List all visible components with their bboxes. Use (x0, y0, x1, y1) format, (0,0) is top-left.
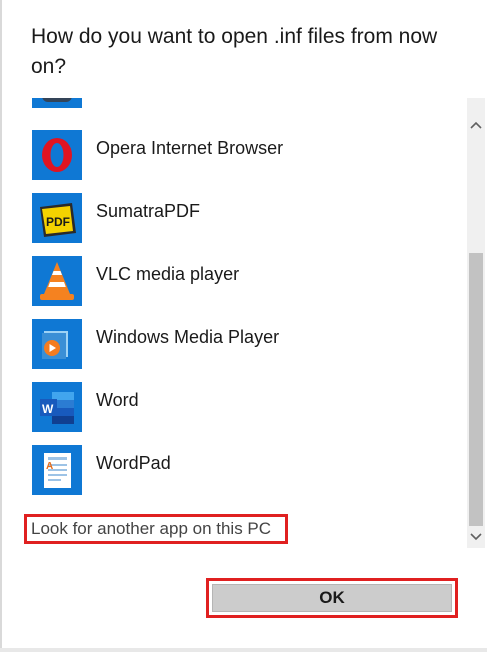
scroll-thumb[interactable] (469, 253, 483, 526)
word-icon: W (32, 382, 82, 432)
app-item-vlc[interactable]: VLC media player (0, 256, 465, 319)
windows-media-player-icon (32, 319, 82, 369)
sumatrapdf-icon: PDF (32, 193, 82, 243)
scroll-down-arrow-icon[interactable] (467, 528, 485, 546)
app-item-opera[interactable]: Opera Internet Browser (0, 130, 465, 193)
svg-text:W: W (42, 402, 54, 416)
app-label: SumatraPDF (96, 201, 201, 221)
app-label: WordPad (96, 453, 171, 473)
wordpad-icon: A (32, 445, 82, 495)
open-with-dialog: How do you want to open .inf files from … (0, 0, 487, 652)
ok-button-highlight: OK (206, 578, 458, 618)
look-for-another-app-label: Look for another app on this PC (31, 519, 272, 538)
look-for-another-app-link[interactable]: Look for another app on this PC (24, 514, 288, 544)
app-item-word[interactable]: W Word (0, 382, 465, 445)
dialog-bottom-edge (0, 648, 487, 652)
scroll-up-arrow-icon[interactable] (467, 116, 485, 134)
vlc-icon (32, 256, 82, 306)
app-item-windows-media-player[interactable]: Windows Media Player (0, 319, 465, 382)
svg-text:A: A (46, 461, 53, 472)
app-item-sumatrapdf[interactable]: PDF SumatraPDF (0, 193, 465, 256)
app-label: VLC media player (96, 264, 240, 284)
ok-button[interactable]: OK (212, 584, 452, 612)
partial-app-icon (32, 98, 82, 108)
svg-text:PDF: PDF (46, 215, 70, 229)
app-list: Opera Internet Browser PDF SumatraPDF VL… (0, 98, 465, 550)
app-item-wordpad[interactable]: A WordPad (0, 445, 465, 508)
app-label: Windows Media Player (96, 327, 280, 347)
app-label: Opera Internet Browser (96, 138, 284, 158)
dialog-title: How do you want to open .inf files from … (31, 25, 438, 78)
app-label: Word (96, 390, 139, 410)
scrollbar[interactable] (467, 98, 485, 548)
opera-icon (32, 130, 82, 180)
